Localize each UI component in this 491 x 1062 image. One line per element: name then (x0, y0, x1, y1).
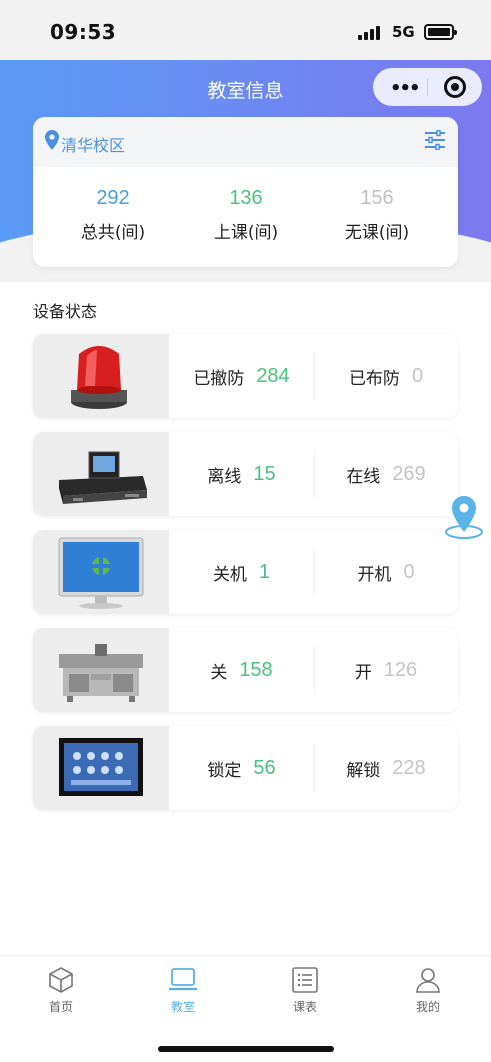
device-stat-unlocked[interactable]: 解锁 228 (314, 726, 458, 810)
home-indicator (158, 1046, 334, 1052)
device-stat-on[interactable]: 开机 0 (314, 530, 458, 614)
user-icon (416, 968, 440, 993)
device-stat-open[interactable]: 开 126 (314, 628, 458, 712)
tab-label: 教室 (170, 1000, 195, 1014)
device-row-alarm[interactable]: 已撤防 284 已布防 0 (33, 334, 458, 418)
device-image (33, 530, 169, 614)
battery-icon (424, 24, 457, 40)
device-stat-label: 已撤防 (193, 368, 245, 389)
device-stat-value: 1 (258, 560, 271, 583)
podium-icon (59, 644, 143, 702)
status-time: 09:53 (50, 20, 117, 44)
device-stat-label: 在线 (346, 466, 381, 487)
target-circle-icon[interactable] (444, 76, 466, 98)
stat-total-label: 总共(间) (80, 223, 146, 243)
stat-in-class-value: 136 (229, 187, 263, 209)
device-stat-closed[interactable]: 关 158 (169, 628, 314, 712)
device-stat-label: 关 (210, 662, 228, 683)
device-stat-value: 0 (403, 560, 415, 583)
device-row-monitor[interactable]: 关机 1 开机 0 (33, 530, 458, 614)
floating-location-icon[interactable] (443, 494, 485, 540)
stat-in-class-label: 上课(间) (213, 223, 279, 243)
mini-program-capsule: ••• (373, 68, 482, 106)
location-pin-icon (45, 130, 59, 150)
device-image (33, 334, 169, 418)
device-stat-value: 284 (256, 364, 290, 387)
tab-classroom[interactable]: 教室 (122, 966, 244, 1015)
more-dots-icon[interactable]: ••• (390, 78, 420, 99)
tab-label: 课表 (292, 1000, 317, 1014)
device-stat-off[interactable]: 关机 1 (169, 530, 314, 614)
tab-label: 首页 (48, 1000, 73, 1014)
section-title: 设备状态 (33, 302, 98, 321)
campus-name: 清华校区 (61, 136, 126, 155)
capsule-divider (427, 78, 428, 96)
tab-home[interactable]: 首页 (0, 966, 122, 1015)
device-stat-armed[interactable]: 已布防 0 (314, 334, 458, 418)
summary-card: 清华校区 292 总共(间) 136 上课(间) 156 无课(间) (33, 117, 458, 267)
stat-in-class[interactable]: 136 上课(间) (186, 187, 306, 243)
filter-settings-icon[interactable] (424, 130, 446, 150)
device-stat-label: 关机 (212, 564, 247, 585)
stat-no-class[interactable]: 156 无课(间) (317, 187, 437, 243)
device-stat-value: 15 (253, 462, 276, 485)
device-row-touch-panel[interactable]: 锁定 56 解锁 228 (33, 726, 458, 810)
device-stat-value: 56 (253, 756, 276, 779)
device-stat-value: 0 (411, 364, 424, 387)
device-stat-online[interactable]: 在线 269 (314, 432, 458, 516)
cube-icon (49, 967, 73, 993)
device-stat-disarmed[interactable]: 已撤防 284 (169, 334, 314, 418)
device-stat-locked[interactable]: 锁定 56 (169, 726, 314, 810)
alarm-light-icon (71, 346, 127, 409)
network-type: 5G (392, 23, 415, 41)
stat-total[interactable]: 292 总共(间) (53, 187, 173, 243)
control-host-icon (59, 451, 147, 504)
device-image (33, 726, 169, 810)
device-stat-label: 开 (354, 662, 372, 683)
stat-no-class-value: 156 (360, 187, 394, 209)
device-row-host[interactable]: 离线 15 在线 269 (33, 432, 458, 516)
list-icon (292, 967, 318, 993)
laptop-icon (169, 968, 197, 991)
tab-profile[interactable]: 我的 (367, 966, 489, 1015)
device-row-podium[interactable]: 关 158 开 126 (33, 628, 458, 712)
tab-label: 我的 (415, 1000, 440, 1014)
device-stat-label: 锁定 (207, 760, 242, 781)
stat-no-class-label: 无课(间) (344, 223, 410, 243)
device-stat-offline[interactable]: 离线 15 (169, 432, 314, 516)
device-stat-value: 158 (239, 658, 273, 681)
stat-total-value: 292 (96, 187, 130, 209)
tab-schedule[interactable]: 课表 (244, 966, 366, 1015)
status-bar: 09:53 5G (0, 0, 491, 60)
device-stat-label: 离线 (207, 466, 242, 487)
device-stat-label: 已布防 (348, 368, 400, 389)
device-image (33, 628, 169, 712)
device-stat-label: 开机 (357, 564, 392, 585)
touch-panel-icon (59, 738, 143, 796)
monitor-icon (58, 537, 144, 609)
device-stat-value: 228 (392, 756, 426, 779)
campus-selector[interactable]: 清华校区 (33, 117, 458, 167)
device-stat-value: 126 (383, 658, 418, 681)
device-stat-value: 269 (392, 462, 426, 485)
device-stat-label: 解锁 (346, 760, 381, 781)
signal-icon (358, 26, 384, 40)
device-image (33, 432, 169, 516)
